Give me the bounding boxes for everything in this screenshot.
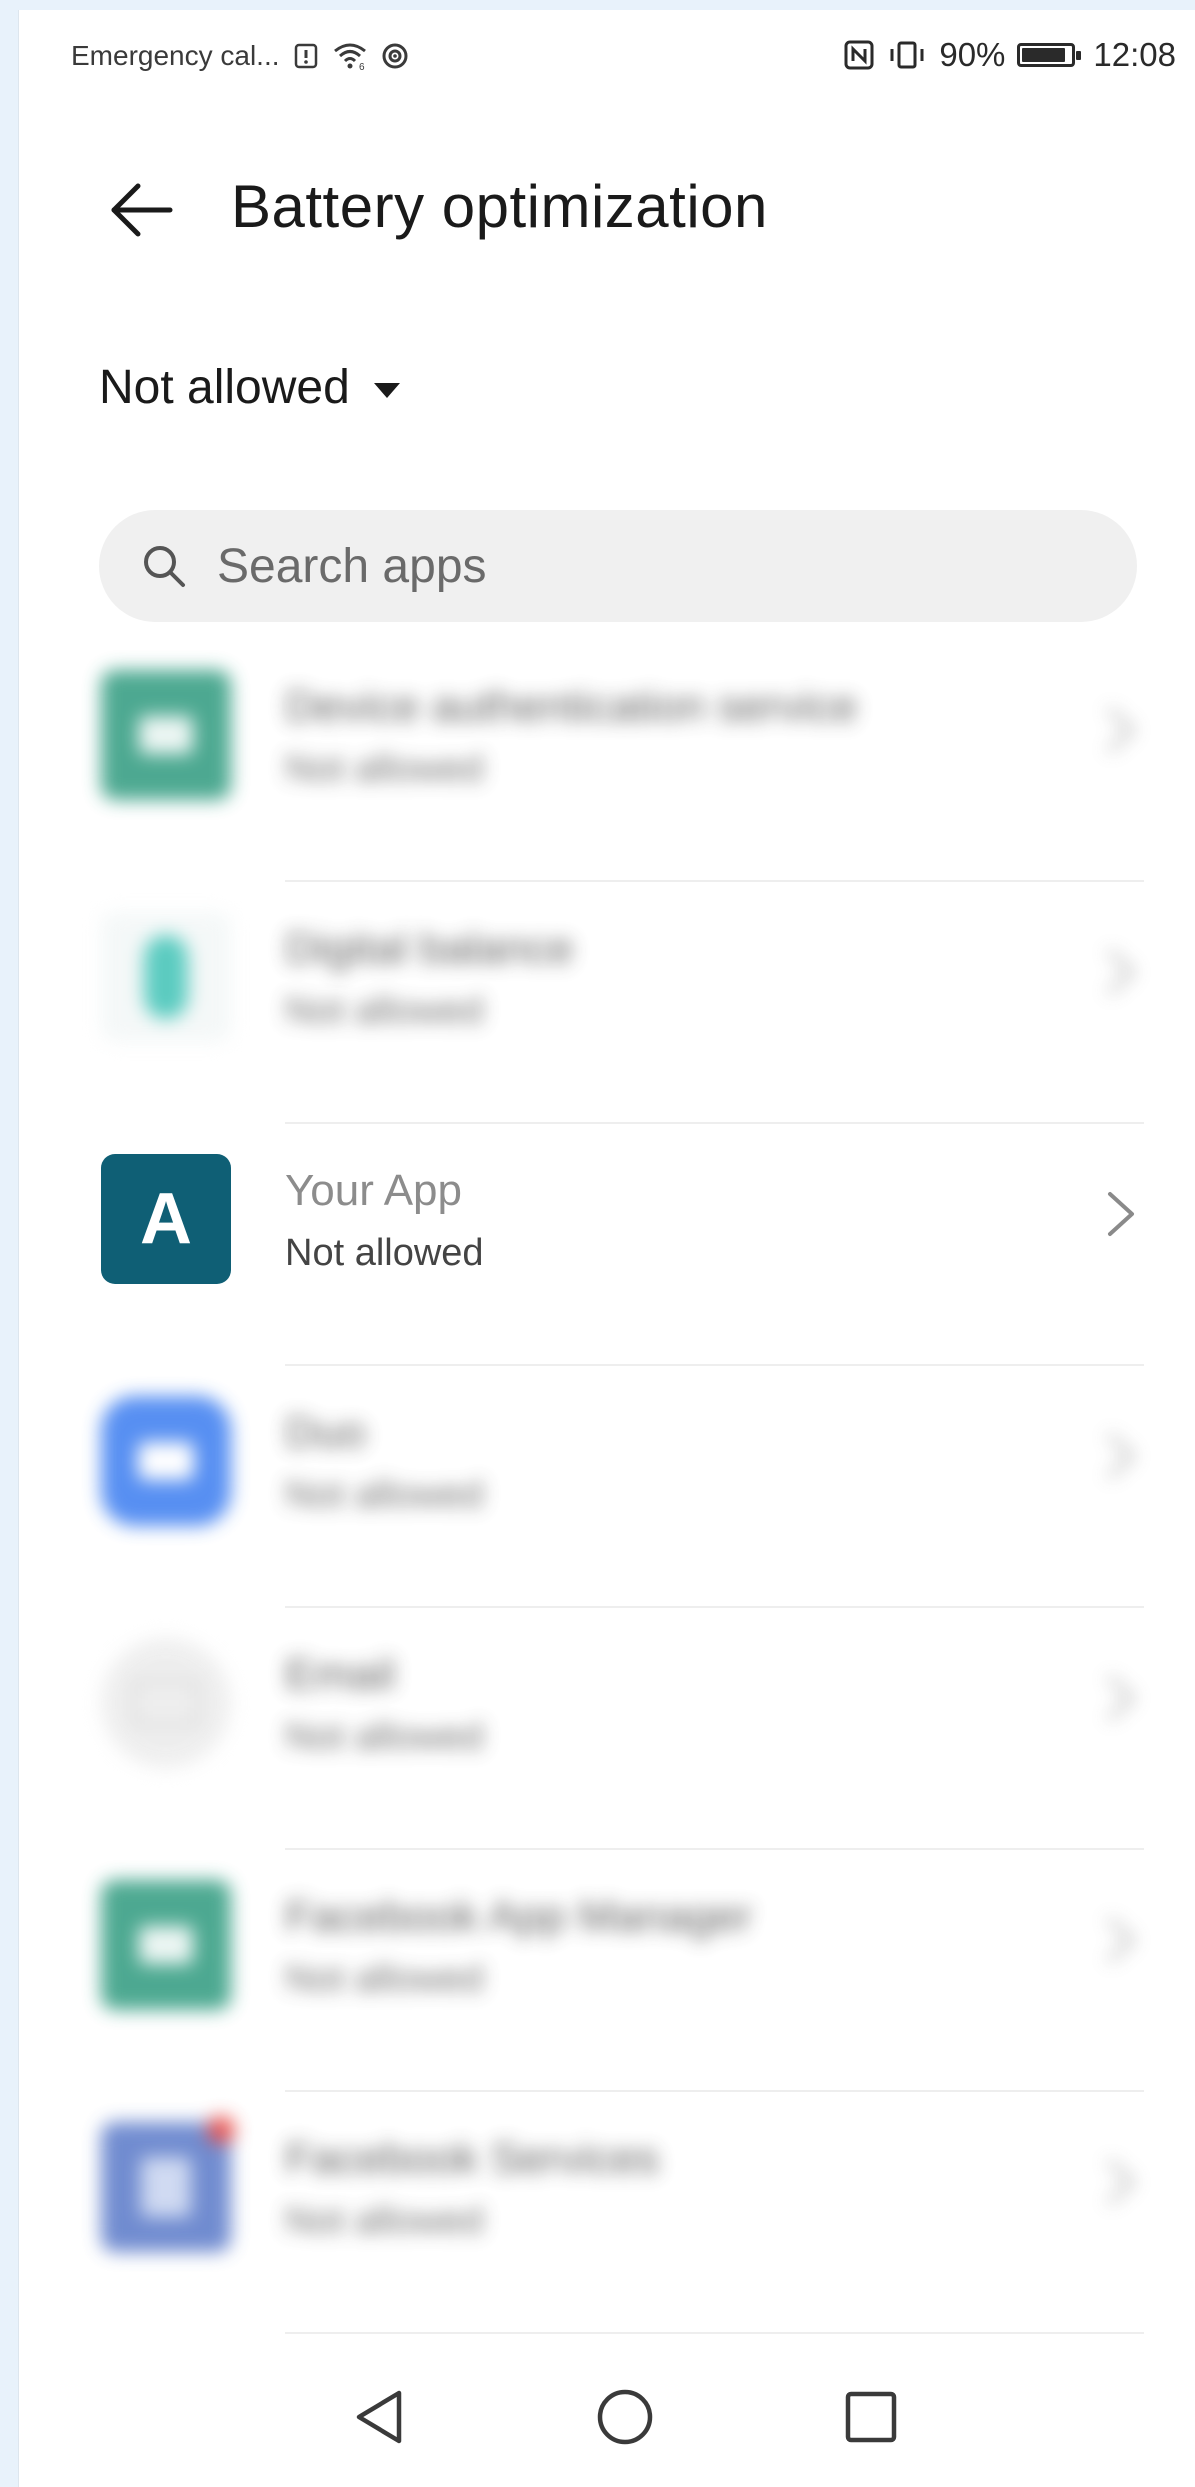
app-icon: [101, 1880, 231, 2010]
vibrate-icon: [887, 39, 927, 71]
filter-dropdown[interactable]: Not allowed: [99, 360, 400, 415]
app-status: Not allowed: [285, 1716, 484, 1758]
back-triangle-icon: [356, 2390, 402, 2444]
status-left: Emergency cal... 6: [71, 40, 410, 72]
phone-screen: Emergency cal... 6 90% 12:08 Battery opt…: [18, 10, 1195, 2487]
chevron-right-icon: [1104, 1186, 1138, 1247]
search-icon: [144, 546, 185, 587]
search-bar[interactable]: [99, 510, 1137, 622]
app-status: Not allowed: [285, 1232, 484, 1274]
chevron-right-icon: [1104, 2154, 1138, 2215]
list-item[interactable]: Email Not allowed: [19, 1608, 1195, 1850]
app-status: Not allowed: [285, 990, 484, 1032]
caret-down-icon: [373, 383, 400, 398]
chevron-right-icon: [1104, 1428, 1138, 1489]
app-status: Not allowed: [285, 748, 484, 790]
back-button[interactable]: [95, 164, 187, 256]
app-status: Not allowed: [285, 1474, 484, 1516]
list-item[interactable]: Facebook Services Not allowed: [19, 2092, 1195, 2334]
battery-icon: [1017, 43, 1082, 67]
app-icon-letter: A: [140, 1179, 192, 1259]
list-item[interactable]: Facebook App Manager Not allowed: [19, 1850, 1195, 2092]
chevron-right-icon: [1104, 1912, 1138, 1973]
nfc-icon: [843, 39, 875, 71]
nav-back-button[interactable]: [339, 2377, 419, 2457]
sim-alert-icon: [292, 42, 320, 70]
hotspot-icon: [380, 41, 410, 71]
app-name: Device authentication service: [285, 682, 858, 731]
wifi-icon: 6: [332, 41, 368, 71]
battery-percent: 90%: [939, 36, 1006, 73]
list-item[interactable]: Duo Not allowed: [19, 1366, 1195, 1608]
divider: [285, 2332, 1144, 2334]
status-bar: Emergency cal... 6 90% 12:08: [19, 10, 1195, 100]
app-icon: [101, 2116, 235, 2252]
app-name: Duo: [285, 1408, 366, 1457]
app-icon: [101, 912, 231, 1042]
search-input[interactable]: [215, 537, 1019, 595]
list-item[interactable]: Device authentication service Not allowe…: [19, 640, 1195, 882]
app-status: Not allowed: [285, 1958, 484, 2000]
status-right: 90% 12:08: [843, 36, 1176, 74]
app-icon: [101, 1396, 231, 1526]
app-name: Facebook Services: [285, 2134, 660, 2183]
list-item[interactable]: Digital balance Not allowed: [19, 882, 1195, 1124]
nav-home-button[interactable]: [585, 2377, 665, 2457]
app-name: Email: [285, 1650, 396, 1699]
nav-recents-button[interactable]: [831, 2377, 911, 2457]
app-name: Digital balance: [285, 924, 574, 973]
home-circle-icon: [597, 2389, 653, 2445]
chevron-right-icon: [1104, 702, 1138, 763]
svg-text:6: 6: [359, 62, 365, 71]
app-list: Device authentication service Not allowe…: [19, 640, 1195, 2334]
app-icon: A: [101, 1154, 231, 1284]
app-name: Facebook App Manager: [285, 1892, 753, 1941]
system-nav-bar: [19, 2347, 1195, 2487]
app-icon: [101, 670, 231, 800]
app-header: Battery optimization: [19, 150, 1195, 270]
clock-time: 12:08: [1093, 36, 1176, 73]
list-item-your-app[interactable]: A Your App Not allowed: [19, 1124, 1195, 1366]
recents-square-icon: [845, 2391, 897, 2443]
chevron-right-icon: [1104, 1670, 1138, 1731]
chevron-right-icon: [1104, 944, 1138, 1005]
arrow-left-icon: [111, 183, 173, 237]
carrier-text: Emergency cal...: [71, 40, 280, 71]
page-title: Battery optimization: [231, 173, 768, 240]
filter-selected-label: Not allowed: [99, 361, 350, 414]
app-icon: [101, 1638, 231, 1768]
app-status: Not allowed: [285, 2200, 484, 2242]
app-name: Your App: [285, 1166, 462, 1215]
